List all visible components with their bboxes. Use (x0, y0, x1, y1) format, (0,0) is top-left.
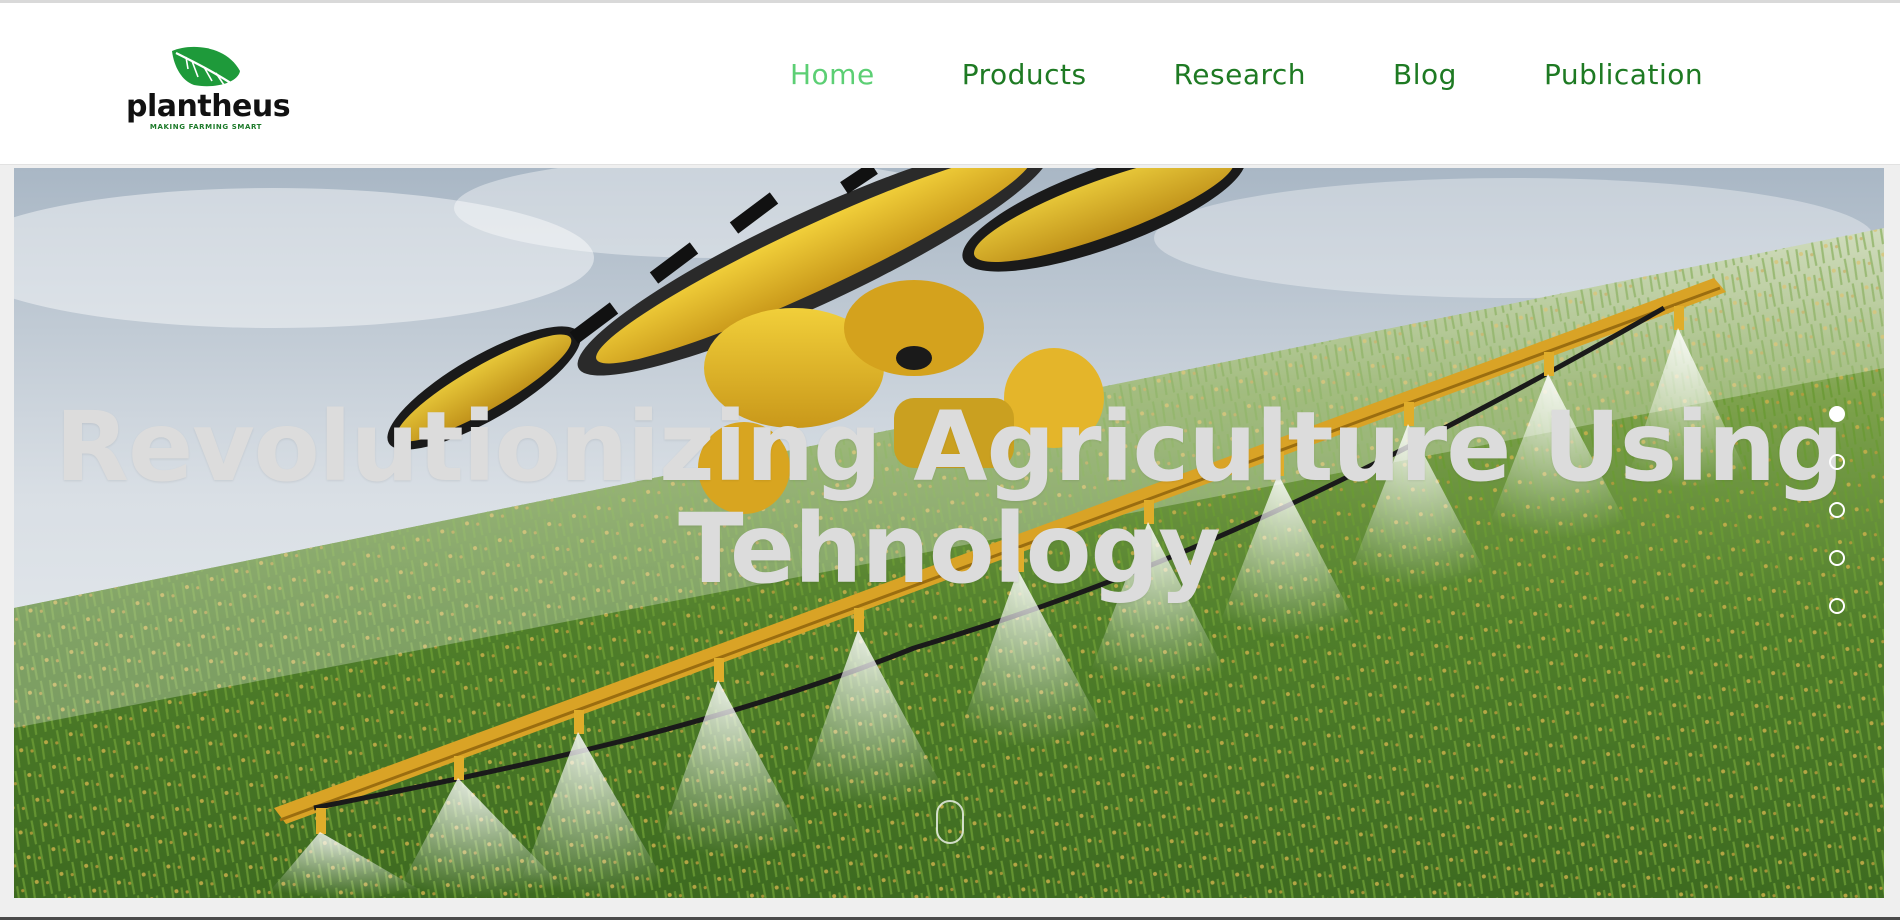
slide-dot-4[interactable] (1829, 550, 1845, 566)
slider-dots (1829, 406, 1847, 646)
brand-logo[interactable]: plantheus MAKING FARMING SMART (126, 45, 291, 135)
nav-products[interactable]: Products (962, 53, 1087, 97)
slide-dot-3[interactable] (1829, 502, 1845, 518)
site-header: plantheus MAKING FARMING SMART Home Prod… (0, 3, 1900, 165)
hero-slider: Revolutionizing Agriculture Using Tehnol… (14, 168, 1884, 898)
nav-research[interactable]: Research (1174, 53, 1306, 97)
scroll-down-icon[interactable] (936, 800, 964, 844)
headline-line-2: Tehnology (678, 493, 1221, 605)
brand-name: plantheus (126, 89, 291, 124)
slide-dot-5[interactable] (1829, 598, 1845, 614)
headline-line-1: Revolutionizing Agriculture Using (55, 391, 1844, 503)
nav-publication[interactable]: Publication (1544, 53, 1703, 97)
nav-blog[interactable]: Blog (1393, 53, 1457, 97)
main-nav: Home Products Research Blog Publication (790, 53, 1703, 97)
nav-home[interactable]: Home (790, 53, 875, 97)
leaf-icon (172, 46, 241, 90)
brand-tagline: MAKING FARMING SMART (149, 123, 263, 131)
slide-dot-1[interactable] (1829, 406, 1845, 422)
hero-headline: Revolutionizing Agriculture Using Tehnol… (14, 396, 1884, 600)
slide-dot-2[interactable] (1829, 454, 1845, 470)
